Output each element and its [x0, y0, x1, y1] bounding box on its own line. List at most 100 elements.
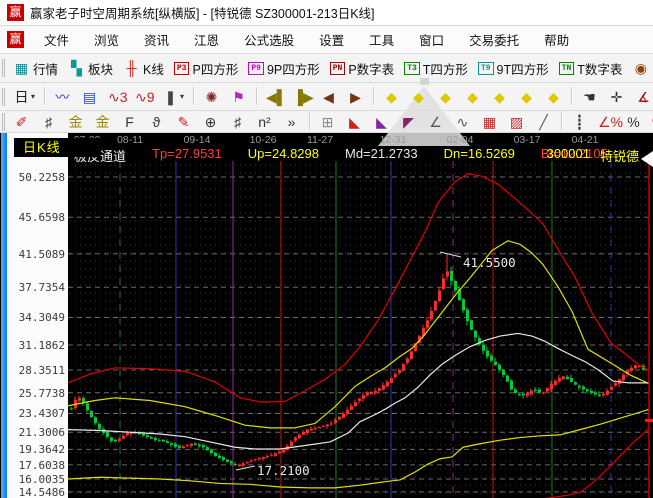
angle-lines-button[interactable]: ∠: [423, 112, 448, 132]
menu-help[interactable]: 帮助: [530, 30, 580, 49]
t-number-table-button[interactable]: TNT数字表: [555, 57, 627, 80]
angle-lines-button-icon: ∠: [427, 114, 444, 130]
gold-section-button[interactable]: 金: [90, 112, 115, 132]
diamond-collapse-button-icon: ◆: [491, 89, 508, 105]
menu-news[interactable]: 资讯: [130, 30, 180, 49]
grid-lines-button-icon: ♯: [40, 114, 57, 130]
candlestick-plot[interactable]: 41.550017.2100: [68, 133, 653, 498]
menu-trade-entrust[interactable]: 交易委托: [455, 30, 530, 49]
crosshair-button[interactable]: ✛: [604, 87, 629, 107]
menu-file[interactable]: 文件: [30, 30, 80, 49]
diamond-up-button-icon: ◆: [464, 89, 481, 105]
flag-icon[interactable]: ⚑: [226, 87, 251, 107]
candle-style-combo[interactable]: ❚▾: [158, 87, 188, 107]
y-axis-tick-label: 31.1862: [19, 339, 65, 352]
diamond-right-button-icon: ◆: [410, 89, 427, 105]
price-annotations: 41.550017.2100: [236, 252, 516, 478]
prev-bar-button[interactable]: ◀: [316, 87, 341, 107]
diamond-right-button[interactable]: ◆: [406, 87, 431, 107]
gold-ratio-button-icon: 金: [67, 114, 84, 130]
menu-formula-stockpick[interactable]: 公式选股: [230, 30, 305, 49]
burst-icon[interactable]: ✺: [199, 87, 224, 107]
nine-t-square-button[interactable]: T99T四方形: [474, 57, 553, 80]
ruler-button[interactable]: ┋: [567, 112, 592, 132]
main-toolbar: ▦行情▚板块╫K线P3P四方形P99P四方形PNP数字表T3T四方形T99T四方…: [0, 54, 653, 83]
report-icon-icon: ▤: [81, 89, 98, 105]
diamond-collapse-button[interactable]: ◆: [487, 87, 512, 107]
period-combo[interactable]: 日▾: [9, 87, 39, 107]
gold-ratio-button[interactable]: 金: [63, 112, 88, 132]
spiral-button[interactable]: ϑ: [144, 112, 169, 132]
tangle-icon[interactable]: 〰: [50, 87, 75, 107]
menu-window[interactable]: 窗口: [405, 30, 455, 49]
x-axis-date-label: 03-17: [514, 134, 541, 146]
grid-lines-button[interactable]: ♯: [36, 112, 61, 132]
first-bar-button[interactable]: ◀▌: [262, 87, 287, 107]
angle-measure-button-icon: ∡: [635, 89, 652, 105]
diamond-down-button[interactable]: ◆: [433, 87, 458, 107]
red-grid-button[interactable]: ▦: [477, 112, 502, 132]
sectors-button[interactable]: ▚板块: [64, 57, 117, 80]
y-axis-tick-label: 34.3049: [19, 311, 65, 324]
angle-percent-button[interactable]: ∠%: [594, 112, 619, 132]
kline-button[interactable]: ╫K线: [119, 57, 168, 80]
y-axis-tick-label: 50.2258: [19, 171, 65, 184]
wave-dots-button[interactable]: ∿: [450, 112, 475, 132]
menu-tools-label: 工具: [369, 34, 394, 48]
fan-box-button[interactable]: ◤: [396, 112, 421, 132]
next-bar-button[interactable]: ▶: [343, 87, 368, 107]
menu-trade-entrust-label: 交易委托: [469, 34, 519, 48]
speed-fan-purple-button[interactable]: ◣: [369, 112, 394, 132]
percent-button[interactable]: %: [621, 112, 646, 132]
nine-p-square-button[interactable]: P99P四方形: [244, 57, 323, 80]
indicator-up-value: Up=24.8298: [248, 146, 319, 162]
report-icon[interactable]: ▤: [77, 87, 102, 107]
y-axis-tick-label: 17.6038: [19, 459, 65, 472]
menu-formula-stockpick-label: 公式选股: [244, 34, 294, 48]
gann-wheel-button[interactable]: ◉江恩: [628, 57, 653, 80]
last-bar-button[interactable]: ▐▶: [289, 87, 314, 107]
menu-gann[interactable]: 江恩: [180, 30, 230, 49]
parallel-lines-button[interactable]: ╱: [531, 112, 556, 132]
menu-tools[interactable]: 工具: [355, 30, 405, 49]
tick-grid-button[interactable]: ♯: [225, 112, 250, 132]
n-squared-button[interactable]: n²: [252, 112, 277, 132]
brush-button[interactable]: ✐: [9, 112, 34, 132]
indicator-dn-value: Dn=16.5269: [444, 146, 515, 162]
menu-browse-label: 浏览: [94, 34, 119, 48]
toolbar-separator: [193, 87, 194, 105]
percent-lines-button[interactable]: %≡: [648, 112, 653, 132]
diamond-star-button[interactable]: ◆: [514, 87, 539, 107]
pen-ruler-button[interactable]: ✎: [171, 112, 196, 132]
more-chevron-button-icon: »: [283, 114, 300, 130]
p-number-table-button[interactable]: PNP数字表: [326, 57, 398, 80]
chart-right-border: [641, 151, 653, 498]
x-axis-date-label: 08-11: [117, 134, 143, 146]
p-square-button-label: P四方形: [192, 59, 238, 78]
hand-drag-button[interactable]: ☚: [577, 87, 602, 107]
y-axis-tick-label: 37.7354: [19, 281, 65, 294]
wave3-icon[interactable]: ∿3: [104, 87, 129, 107]
indicator-tp-value: Tp=27.9531: [152, 146, 222, 162]
menu-browse[interactable]: 浏览: [80, 30, 130, 49]
wave9-icon[interactable]: ∿9: [131, 87, 156, 107]
diamond-left-button[interactable]: ◆: [379, 87, 404, 107]
quotes-button[interactable]: ▦行情: [9, 57, 62, 80]
box-grid-button[interactable]: ⊞: [315, 112, 340, 132]
fibonacci-button[interactable]: F: [117, 112, 142, 132]
kline-tab[interactable]: 日K线: [14, 138, 100, 157]
t-square-button[interactable]: T3T四方形: [400, 57, 472, 80]
more-chevron-button[interactable]: »: [279, 112, 304, 132]
menu-settings[interactable]: 设置: [305, 30, 355, 49]
diamond-cross-button[interactable]: ◆: [541, 87, 566, 107]
angle-measure-button[interactable]: ∡: [631, 87, 653, 107]
red-grid-arrow-button[interactable]: ▨: [504, 112, 529, 132]
nine-t-square-button-icon: T9: [478, 62, 494, 75]
nine-t-square-button-label: 9T四方形: [497, 59, 549, 78]
speed-fan-red-button-icon: ◣: [346, 114, 363, 130]
speed-fan-red-button[interactable]: ◣: [342, 112, 367, 132]
speed-fan-purple-button-icon: ◣: [373, 114, 390, 130]
diamond-up-button[interactable]: ◆: [460, 87, 485, 107]
p-square-button[interactable]: P3P四方形: [170, 57, 242, 80]
cycle-circle-button[interactable]: ⊕: [198, 112, 223, 132]
